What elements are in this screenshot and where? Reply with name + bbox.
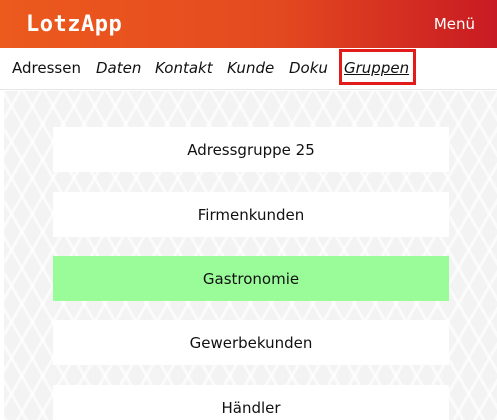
group-item-gewerbekunden[interactable]: Gewerbekunden	[53, 320, 449, 365]
tab-doku[interactable]: Doku	[289, 59, 328, 77]
app-header: LotzApp Menü	[0, 0, 497, 48]
group-item-gastronomie[interactable]: Gastronomie	[53, 256, 449, 301]
app-logo: LotzApp	[26, 11, 123, 37]
group-item-haendler[interactable]: Händler	[53, 385, 449, 420]
active-tab-highlight	[339, 49, 416, 85]
tab-kontakt[interactable]: Kontakt	[155, 59, 213, 77]
menu-button[interactable]: Menü	[434, 15, 475, 33]
tab-bar: Adressen Daten Kontakt Kunde Doku Gruppe…	[0, 48, 497, 90]
group-list: Adressgruppe 25 Firmenkunden Gastronomie…	[4, 91, 497, 420]
tab-kunde[interactable]: Kunde	[227, 59, 274, 77]
group-item-firmenkunden[interactable]: Firmenkunden	[53, 192, 449, 237]
group-item-adressgruppe-25[interactable]: Adressgruppe 25	[53, 127, 449, 172]
tab-adressen[interactable]: Adressen	[12, 59, 81, 77]
tab-daten[interactable]: Daten	[96, 59, 141, 77]
